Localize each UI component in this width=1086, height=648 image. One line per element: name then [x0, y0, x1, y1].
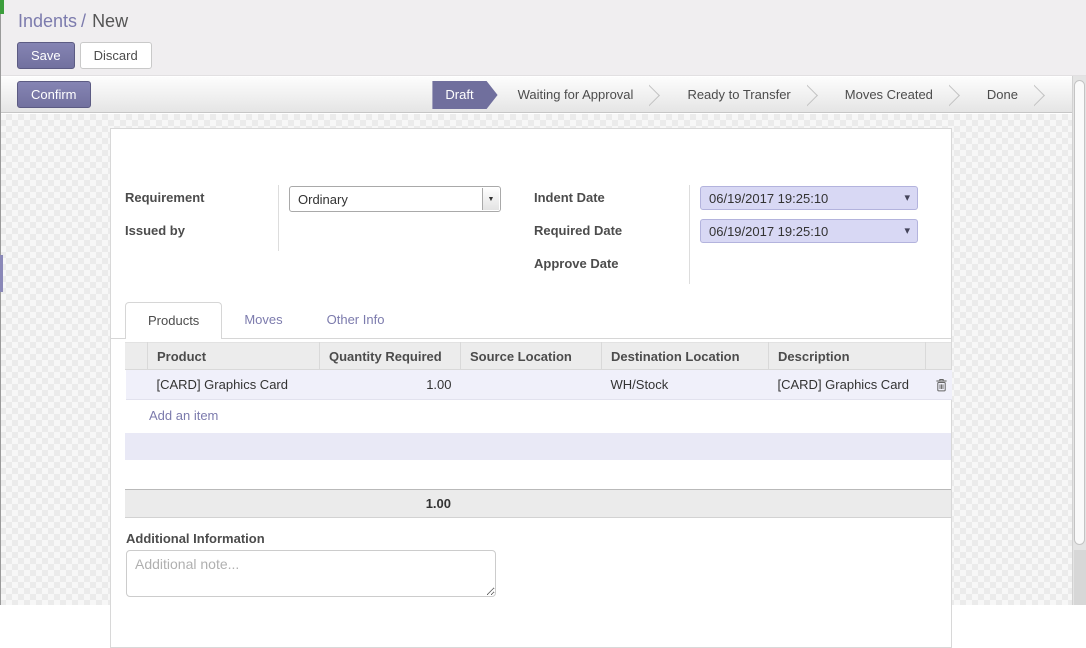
- field-row-issued-by: Issued by: [125, 218, 520, 251]
- scrollbar-thumb[interactable]: [1074, 80, 1085, 545]
- chevron-right-icon: [807, 81, 829, 109]
- field-group-left: Requirement Ordinary ▼ Issued by: [125, 185, 520, 251]
- tab-moves[interactable]: Moves: [222, 302, 304, 338]
- additional-note-textarea[interactable]: [126, 550, 496, 597]
- additional-information-label: Additional Information: [126, 531, 265, 546]
- vertical-scrollbar[interactable]: [1072, 76, 1086, 605]
- status-pipeline: Draft Waiting for Approval Ready to Tran…: [432, 81, 1056, 109]
- calendar-dropdown-icon[interactable]: ▾: [904, 224, 910, 237]
- field-separator: [689, 218, 690, 251]
- requirement-label: Requirement: [125, 185, 278, 205]
- breadcrumb-current: New: [92, 11, 128, 31]
- add-an-item-link[interactable]: Add an item: [125, 402, 951, 430]
- chevron-right-icon: [649, 81, 671, 109]
- required-date-value: 06/19/2017 19:25:10: [709, 224, 828, 239]
- tab-other-info[interactable]: Other Info: [305, 302, 407, 338]
- table-total-row: 1.00: [125, 489, 951, 518]
- form-sheet: Requirement Ordinary ▼ Issued by Indent …: [110, 128, 952, 648]
- table-row[interactable]: [CARD] Graphics Card 1.00 WH/Stock [CARD…: [126, 370, 952, 400]
- col-header-destination-location[interactable]: Destination Location: [602, 343, 769, 370]
- requirement-select[interactable]: Ordinary ▼: [289, 186, 501, 212]
- approve-date-field: [700, 251, 939, 252]
- select-arrow-icon[interactable]: ▼: [482, 188, 499, 210]
- delete-column-header: [926, 343, 952, 370]
- field-row-requirement: Requirement Ordinary ▼: [125, 185, 520, 218]
- cell-destination-location[interactable]: WH/Stock: [602, 370, 769, 400]
- row-selector-cell: [126, 370, 148, 400]
- col-header-source-location[interactable]: Source Location: [461, 343, 602, 370]
- empty-new-row[interactable]: [125, 433, 951, 460]
- trash-icon: [935, 378, 948, 392]
- left-edge-green-marker: [0, 0, 4, 14]
- issued-by-label: Issued by: [125, 218, 278, 238]
- cell-product[interactable]: [CARD] Graphics Card: [148, 370, 320, 400]
- cell-source-location[interactable]: [461, 370, 602, 400]
- top-header-bar: Indents/ New Save Discard: [0, 0, 1086, 76]
- status-step-done[interactable]: Done: [971, 81, 1034, 109]
- tab-products[interactable]: Products: [125, 302, 222, 339]
- status-step-ready-to-transfer[interactable]: Ready to Transfer: [671, 81, 806, 109]
- breadcrumb-separator: /: [81, 11, 86, 31]
- field-group-right: Indent Date 06/19/2017 19:25:10 ▾ Requir…: [534, 185, 939, 284]
- status-step-moves-created[interactable]: Moves Created: [829, 81, 949, 109]
- col-header-product[interactable]: Product: [148, 343, 320, 370]
- field-row-required-date: Required Date 06/19/2017 19:25:10 ▾: [534, 218, 939, 251]
- field-row-approve-date: Approve Date: [534, 251, 939, 284]
- scrollbar-track-lower[interactable]: [1074, 550, 1086, 605]
- field-separator: [689, 251, 690, 284]
- notebook-tabs: Products Moves Other Info: [111, 302, 951, 339]
- field-separator: [278, 185, 279, 218]
- products-table-header-row: Product Quantity Required Source Locatio…: [126, 343, 952, 370]
- total-quantity-value: 1.00: [319, 496, 460, 511]
- left-window-edge: [0, 0, 1, 605]
- field-row-indent-date: Indent Date 06/19/2017 19:25:10 ▾: [534, 185, 939, 218]
- chevron-right-icon: [949, 81, 971, 109]
- status-step-draft[interactable]: Draft: [432, 81, 497, 109]
- requirement-selected-value: Ordinary: [298, 192, 348, 207]
- field-separator: [689, 185, 690, 218]
- delete-row-button[interactable]: [926, 370, 952, 400]
- indent-date-value: 06/19/2017 19:25:10: [709, 191, 828, 206]
- issued-by-field[interactable]: [289, 218, 520, 219]
- indent-date-label: Indent Date: [534, 185, 689, 205]
- statusbar: Confirm Draft Waiting for Approval Ready…: [0, 76, 1072, 113]
- row-selector-header: [126, 343, 148, 370]
- save-button[interactable]: Save: [17, 42, 75, 69]
- approve-date-label: Approve Date: [534, 251, 689, 271]
- breadcrumb: Indents/ New: [18, 11, 128, 32]
- col-header-description[interactable]: Description: [769, 343, 926, 370]
- field-separator: [278, 218, 279, 251]
- required-date-label: Required Date: [534, 218, 689, 238]
- calendar-dropdown-icon[interactable]: ▾: [904, 191, 910, 204]
- col-header-quantity-required[interactable]: Quantity Required: [320, 343, 461, 370]
- cell-quantity-required[interactable]: 1.00: [320, 370, 461, 400]
- breadcrumb-indents-link[interactable]: Indents: [18, 11, 77, 31]
- discard-button[interactable]: Discard: [80, 42, 152, 69]
- confirm-button[interactable]: Confirm: [17, 81, 91, 108]
- indent-date-field[interactable]: 06/19/2017 19:25:10 ▾: [700, 186, 918, 210]
- status-step-waiting-for-approval[interactable]: Waiting for Approval: [502, 81, 650, 109]
- left-edge-scroll-indicator: [0, 255, 3, 292]
- products-table: Product Quantity Required Source Locatio…: [125, 342, 952, 400]
- record-action-buttons: Save Discard: [17, 42, 152, 69]
- chevron-right-icon: [1034, 81, 1056, 109]
- form-background: Requirement Ordinary ▼ Issued by Indent …: [0, 114, 1086, 605]
- required-date-field[interactable]: 06/19/2017 19:25:10 ▾: [700, 219, 918, 243]
- cell-description[interactable]: [CARD] Graphics Card: [769, 370, 926, 400]
